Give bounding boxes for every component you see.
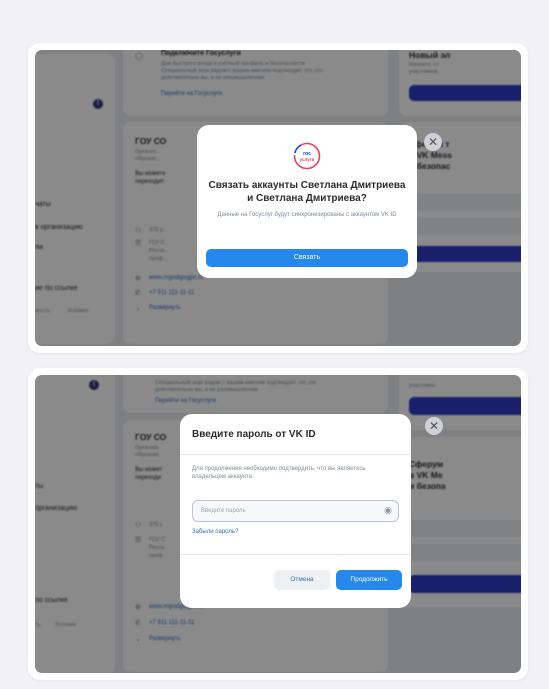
forgot-password-link[interactable]: Забыли пароль? xyxy=(192,529,238,535)
divider xyxy=(180,554,411,555)
gosuslugi-logo-text-2: услуги xyxy=(300,157,315,162)
dialog-title: Введите пароль от VK ID xyxy=(192,429,316,440)
gosuslugi-logo-icon: гос услуги xyxy=(293,142,321,170)
dialog-subtitle: Данные на Госуслуг будут синхронизирован… xyxy=(217,212,397,218)
cancel-button[interactable]: Отмена xyxy=(274,570,330,590)
screenshot-panel-link-accounts: ! чаты в организацию ли ие по ссылке мос… xyxy=(28,43,528,353)
screen-link-accounts: ! чаты в организацию ли ие по ссылке мос… xyxy=(35,50,521,346)
link-accounts-dialog: гос услуги Связать аккаунты Светлана Дми… xyxy=(197,125,417,278)
screenshot-panel-enter-password: ! ты организацию по ссылке ть Условия Сп… xyxy=(28,368,528,680)
password-input[interactable]: Введите пароль ◉ xyxy=(192,500,399,522)
password-placeholder: Введите пароль xyxy=(201,508,246,514)
eye-icon[interactable]: ◉ xyxy=(384,505,392,516)
divider xyxy=(180,454,411,455)
continue-button[interactable]: Продолжить xyxy=(336,570,402,590)
dialog-title: Связать аккаунты Светлана Дмитриева и Св… xyxy=(208,180,406,204)
link-button[interactable]: Связать xyxy=(206,249,408,267)
dialog-description: Для продолжения необходимо подтвердить, … xyxy=(192,466,366,480)
screen-enter-password: ! ты организацию по ссылке ть Условия Сп… xyxy=(35,375,521,673)
close-icon[interactable]: ✕ xyxy=(424,133,442,151)
enter-password-dialog: Введите пароль от VK ID Для продолжения … xyxy=(180,414,411,608)
close-icon[interactable]: ✕ xyxy=(425,417,443,435)
